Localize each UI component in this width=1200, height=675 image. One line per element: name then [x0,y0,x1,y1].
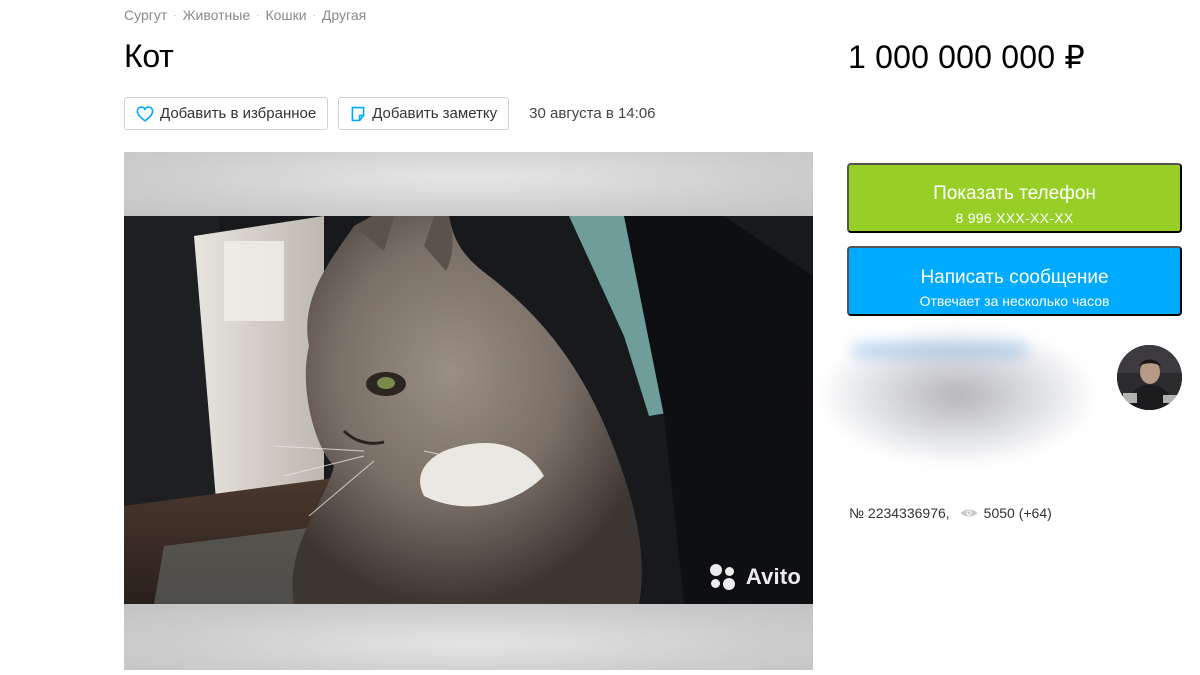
note-icon [351,106,365,121]
phone-number-masked: 8 996 XXX-XX-XX [955,210,1074,226]
breadcrumb-item-city[interactable]: Сургут [124,7,167,23]
avito-watermark-text: Avito [745,564,801,589]
action-row: Добавить в избранное Добавить заметку 30… [124,97,656,130]
seller-info-blurred [820,325,1095,465]
breadcrumb-item-cats[interactable]: Кошки [265,7,306,23]
add-note-button[interactable]: Добавить заметку [338,97,510,130]
price: 1 000 000 000 ₽ [848,39,1085,75]
cat-photo[interactable]: Avito [124,216,813,604]
add-note-label: Добавить заметку [372,105,498,122]
photo-blurred-background-top [124,152,813,216]
eye-icon [960,509,977,517]
breadcrumb-item-other[interactable]: Другая [322,7,366,23]
send-message-button[interactable]: Написать сообщение Отвечает за несколько… [847,246,1182,316]
send-message-label: Написать сообщение [920,266,1109,288]
page-title: Кот [124,38,174,74]
photo-blurred-background-bottom [124,604,813,670]
breadcrumb-item-animals[interactable]: Животные [183,7,251,23]
photo-gallery[interactable]: Avito [124,152,813,670]
response-time-note: Отвечает за несколько часов [919,292,1110,309]
breadcrumb-separator: · [256,9,260,21]
ad-number: № 2234336976, [849,505,950,521]
add-to-favorites-label: Добавить в избранное [160,105,317,122]
seller-avatar[interactable] [1117,345,1182,410]
avito-watermark: Avito [709,564,801,590]
avito-logo-icon [709,564,740,590]
view-count: 5050 (+64) [983,505,1052,521]
breadcrumb-separator: · [173,9,177,21]
ad-meta: № 2234336976, 5050 (+64) [849,505,1052,521]
publish-date: 30 августа в 14:06 [529,105,656,122]
seller-name-blurred [852,343,1027,357]
add-to-favorites-button[interactable]: Добавить в избранное [124,97,329,130]
seller-avatar-image [1117,345,1182,410]
breadcrumb-separator: · [312,9,316,21]
show-phone-button[interactable]: Показать телефон 8 996 XXX-XX-XX [847,163,1182,233]
heart-icon [136,105,154,122]
breadcrumb: Сургут · Животные · Кошки · Другая [124,7,366,23]
cat-photo-illustration [124,216,813,604]
show-phone-label: Показать телефон [933,183,1096,204]
